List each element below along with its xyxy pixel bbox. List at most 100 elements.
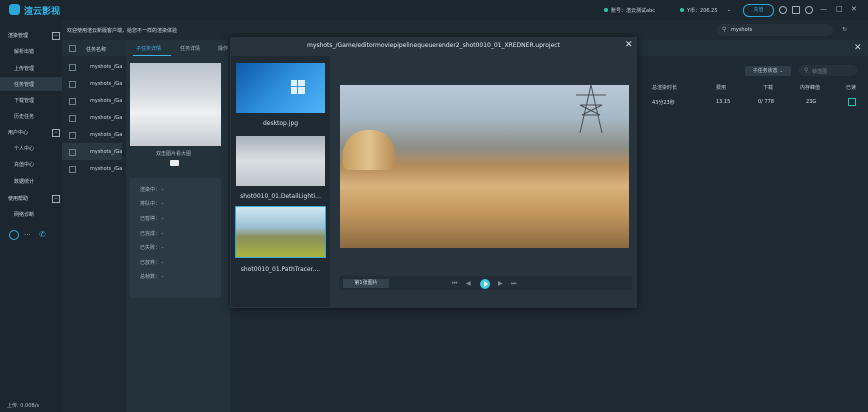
table-row[interactable]: myshots_/Ga (62, 109, 122, 126)
account-label[interactable]: 账号：渲云测试abc (611, 7, 655, 14)
tab-task-details[interactable]: 任务详情 (180, 45, 200, 52)
stat-done: 已完成： - (140, 231, 164, 237)
stat-paused: 已暂停： - (140, 216, 164, 222)
page-indicator: 第1张图片 (343, 279, 389, 288)
support-icon[interactable] (9, 230, 19, 240)
tab-subtask-details[interactable]: 子任务详情 (136, 45, 161, 52)
cloud-icon[interactable] (805, 6, 813, 14)
sidebar-item-history[interactable]: 历史任务 (0, 109, 62, 123)
row-checkbox[interactable] (69, 132, 76, 139)
close-button[interactable]: ✕ (851, 5, 857, 13)
subtask-status-filter[interactable]: 子任务状态 ⌄ (745, 66, 791, 76)
power-tower-shape (576, 85, 606, 133)
search-icon: ⚲ (804, 67, 809, 74)
row-checkbox[interactable] (69, 64, 76, 71)
app-logo-icon (9, 4, 20, 15)
subtask-stats-box (130, 178, 221, 298)
table-row[interactable]: myshots_/Ga (62, 75, 122, 92)
sidebar-item-profile[interactable]: 个人中心 (0, 141, 62, 155)
table-row[interactable]: myshots_/Ga (62, 160, 122, 177)
column-header-cost: 费用 (716, 85, 727, 91)
windows-logo-icon (291, 80, 305, 94)
cell-memory: 23G (806, 99, 817, 105)
stat-rendering: 渲染中： - (140, 187, 164, 193)
row-checkbox[interactable] (69, 98, 76, 105)
play-icon (484, 281, 488, 287)
close-icon[interactable]: ✕ (625, 40, 633, 50)
account-status-icon (604, 8, 608, 12)
sidebar-item-upload[interactable]: 上传管理 (0, 61, 62, 75)
stat-failed: 已失败： - (140, 245, 164, 251)
task-name: myshots_/Ga (90, 98, 123, 104)
sidebar-item-parse-error[interactable]: 解析出错 (0, 44, 62, 58)
table-row[interactable]: myshots_/Ga (62, 143, 122, 160)
row-checkbox[interactable] (69, 81, 76, 88)
sidebar-section-render[interactable]: 渲染管理 − (0, 29, 62, 42)
column-header-download: 下载 (763, 85, 774, 91)
clipboard-icon[interactable] (792, 6, 800, 14)
task-name: myshots_/Ga (90, 81, 123, 87)
table-row[interactable]: myshots_/Ga (62, 58, 122, 75)
sidebar-section-label: 使用帮助 (8, 196, 29, 202)
hay-bale-shape (343, 130, 395, 170)
notice-text: 欢迎使用渲云新版客户端，给您不一样的渲染体验 (67, 28, 178, 34)
column-header-opened: 已读 (846, 85, 857, 91)
row-checkbox[interactable] (69, 115, 76, 122)
thumbnail-label: desktop.jpg (262, 120, 299, 127)
column-header-render-time: 总渲染时长 (652, 85, 678, 91)
sidebar-item-stats[interactable]: 数据统计 (0, 174, 62, 188)
opened-checkbox[interactable] (848, 98, 856, 106)
collapse-icon[interactable]: − (52, 32, 60, 40)
balance-status-icon (680, 8, 684, 12)
next-page-icon[interactable]: ▶ (498, 280, 503, 287)
render-preview-image[interactable] (130, 63, 221, 146)
cell-cost: 13.15 (716, 99, 731, 105)
last-page-icon[interactable]: ⏭ (511, 280, 516, 288)
frame-range-placeholder: 帧范围 (812, 69, 828, 75)
select-all-checkbox[interactable] (69, 45, 76, 52)
detail-close-icon[interactable]: ✕ (854, 43, 862, 53)
thumbnail-detail-lighting[interactable] (236, 136, 325, 186)
column-header-name: 任务名称 (86, 47, 107, 53)
tab-operations[interactable]: 操作 (218, 45, 228, 52)
table-row[interactable]: myshots_/Ga (62, 126, 122, 143)
first-page-icon[interactable]: ⏮ (452, 280, 457, 288)
maximize-button[interactable]: □ (836, 5, 843, 13)
more-icon[interactable]: ··· (24, 231, 31, 239)
collapse-icon[interactable]: − (52, 195, 60, 203)
thumbnail-label: shot0010_01.DetailLighti... (240, 193, 321, 200)
stat-total-frames: 总帧数： - (140, 274, 164, 280)
folder-icon[interactable] (170, 160, 179, 166)
refresh-icon[interactable]: ↻ (842, 26, 847, 33)
viewer-title: myshots_/Game/editormoviepipelinequeuere… (307, 42, 560, 49)
thumbnail-label: shot0010_01.PathTracer.... (240, 266, 321, 273)
sidebar-section-user[interactable]: 用户中心 − (0, 126, 62, 139)
sidebar-item-recharge[interactable]: 充值中心 (0, 157, 62, 171)
table-row[interactable]: myshots_/Ga (62, 92, 122, 109)
chevron-down-icon[interactable]: ⌄ (727, 7, 731, 13)
upload-speed: 上传: 0.00B/s (7, 403, 40, 409)
minimize-button[interactable]: — (820, 5, 827, 13)
thumbnail-path-tracer[interactable] (235, 206, 326, 258)
sidebar-section-help[interactable]: 使用帮助 − (0, 192, 62, 205)
task-name: myshots_/Ga (90, 149, 123, 155)
row-checkbox[interactable] (69, 149, 76, 156)
sidebar-item-network[interactable]: 网络诊断 (0, 207, 62, 221)
sidebar-section-label: 用户中心 (8, 130, 29, 136)
thumbnail-desktop[interactable] (236, 63, 325, 113)
balance-label[interactable]: Y币：206.25 (687, 7, 718, 14)
row-checkbox[interactable] (69, 166, 76, 173)
sidebar-section-label: 渲染管理 (8, 33, 29, 39)
collapse-icon[interactable]: − (52, 129, 60, 137)
phone-icon[interactable]: ✆ (39, 230, 46, 239)
search-value[interactable]: myshots (731, 27, 752, 33)
sidebar-item-tasks[interactable]: 任务管理 (0, 77, 62, 91)
sidebar-item-download[interactable]: 下载管理 (0, 93, 62, 107)
top-bar (0, 0, 868, 20)
gear-icon[interactable] (779, 6, 787, 14)
recharge-button[interactable]: 充值 (743, 4, 774, 17)
task-name: myshots_/Ga (90, 166, 123, 172)
task-name: myshots_/Ga (90, 132, 123, 138)
prev-page-icon[interactable]: ◀ (466, 280, 471, 287)
column-header-memory: 内存峰值 (800, 85, 821, 91)
